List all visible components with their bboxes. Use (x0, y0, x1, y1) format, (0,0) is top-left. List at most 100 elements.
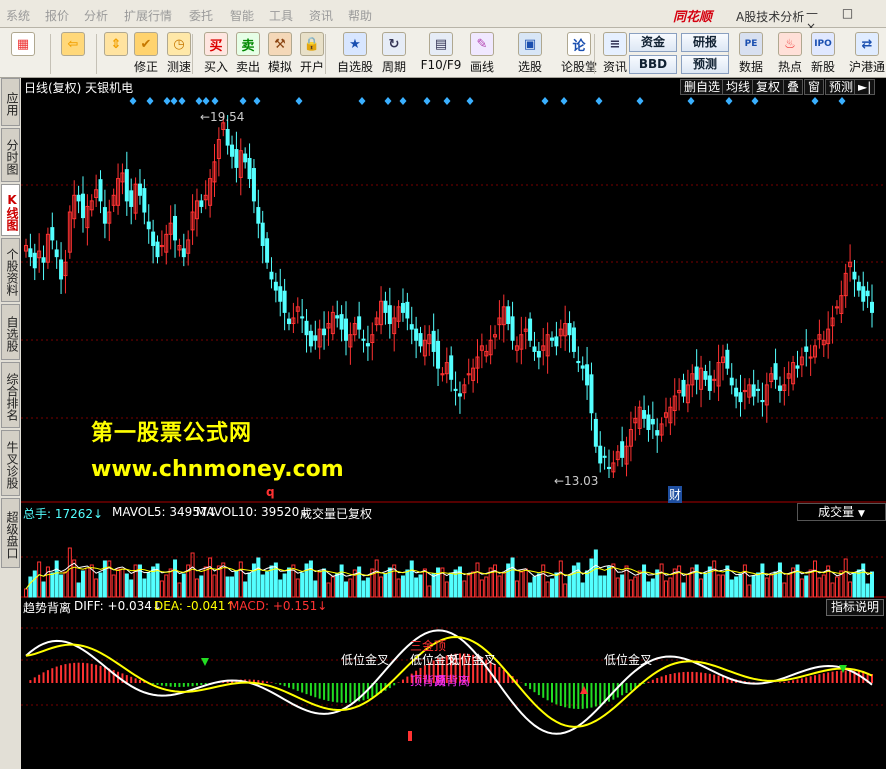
volume-bar (567, 574, 572, 598)
volume-bar (265, 571, 270, 598)
window-button[interactable]: 窗 (804, 79, 825, 95)
indicator-explain-button[interactable]: 指标说明 (826, 599, 884, 616)
volume-bar (830, 582, 835, 598)
volume-bar (668, 577, 673, 598)
volume-bar (37, 561, 42, 598)
candle-body (725, 349, 730, 369)
candle-body (137, 183, 142, 196)
candle-body (387, 305, 392, 325)
volume-bar (519, 571, 524, 598)
candle-body (343, 318, 348, 341)
volume-bar (63, 571, 68, 598)
candle-body (585, 364, 590, 386)
chevron-down-icon: ▼ (857, 509, 865, 519)
volume-bar (611, 563, 616, 598)
candle-body (41, 257, 46, 263)
signal-diamond-icon (636, 97, 644, 105)
signal-diamond-icon (384, 97, 392, 105)
signal-diamond-icon (595, 97, 603, 105)
candle-body (598, 445, 603, 464)
candle-body (59, 259, 64, 280)
candle-body (431, 330, 436, 352)
candle-body (50, 227, 55, 241)
candle-body (751, 384, 756, 397)
volume-bar (339, 564, 344, 598)
volume-bar (637, 570, 642, 598)
volume-bar (330, 576, 335, 598)
volume-bar (615, 577, 620, 598)
candle-body (650, 418, 655, 425)
volume-bar (742, 564, 747, 598)
volume-bar (843, 558, 848, 598)
overlay-button[interactable]: 叠 (783, 79, 804, 95)
low-cross-label: 低位金叉 (448, 653, 497, 667)
candle-body (282, 290, 287, 313)
volume-bar (729, 579, 734, 598)
volume-bar (633, 576, 638, 598)
volume-bar (418, 574, 423, 598)
volume-bar (85, 567, 90, 598)
volume-bar (155, 563, 160, 598)
volume-bar (773, 571, 778, 598)
volume-bar (545, 581, 550, 598)
dea-value: DEA: -0.041↑ (154, 599, 236, 613)
volume-bar (466, 574, 471, 598)
candle-body (642, 410, 647, 419)
volume-bar (72, 559, 77, 598)
volume-bar (116, 568, 121, 598)
volume-bar (230, 576, 235, 598)
cross-marker (408, 731, 412, 741)
volume-bar (317, 571, 322, 598)
candle-body (278, 286, 283, 302)
forecast-button[interactable]: 预测 (825, 79, 858, 95)
q-marker[interactable]: q (266, 485, 275, 499)
candle-body (400, 302, 405, 313)
volume-bar (536, 573, 541, 598)
finance-marker[interactable]: 财 (668, 486, 683, 503)
candle-body (532, 346, 537, 352)
candle-body (251, 168, 256, 202)
candle-body (76, 194, 81, 202)
candle-body (405, 301, 410, 319)
candle-body (457, 393, 462, 397)
next-icon[interactable]: ►| (854, 79, 876, 95)
signal-diamond-icon (399, 97, 407, 105)
remove-watchlist-button[interactable]: 删自选 (680, 79, 725, 95)
volume-bar (716, 574, 721, 598)
volume-bar (295, 578, 300, 598)
signal-diamond-icon (687, 97, 695, 105)
candle-body (865, 290, 870, 297)
down-arrow-icon (201, 658, 209, 666)
signal-diamond-icon (541, 97, 549, 105)
candle-body (760, 399, 765, 403)
signal-diamond-icon (423, 97, 431, 105)
candle-body (449, 355, 454, 380)
candle-body (536, 350, 541, 358)
candle-body (804, 346, 809, 352)
candle-body (756, 388, 761, 391)
volume-bar (208, 557, 213, 598)
candle-body (409, 324, 414, 330)
volume-indicator-select[interactable]: 成交量 ▼ (797, 503, 886, 521)
volume-bar (146, 572, 151, 598)
volume-bar (190, 552, 195, 598)
ma-button[interactable]: 均线 (722, 79, 755, 95)
volume-bar (335, 573, 340, 598)
volume-bar (799, 578, 804, 598)
volume-bar (593, 549, 598, 598)
volume-bar (747, 584, 752, 598)
volume-bar (243, 581, 248, 598)
volume-bar (203, 566, 208, 598)
candle-body (247, 157, 252, 180)
volume-bar (650, 578, 655, 598)
volume-bar (199, 575, 204, 598)
signal-diamond-icon (178, 97, 186, 105)
volume-bar (50, 572, 55, 598)
volume-bar (808, 569, 813, 598)
volume-bar (554, 572, 559, 598)
candle-body (528, 318, 533, 341)
adjust-button[interactable]: 复权 (752, 79, 785, 95)
volume-bar (361, 580, 366, 598)
volume-bar (804, 575, 809, 598)
volume-bar (528, 582, 533, 598)
